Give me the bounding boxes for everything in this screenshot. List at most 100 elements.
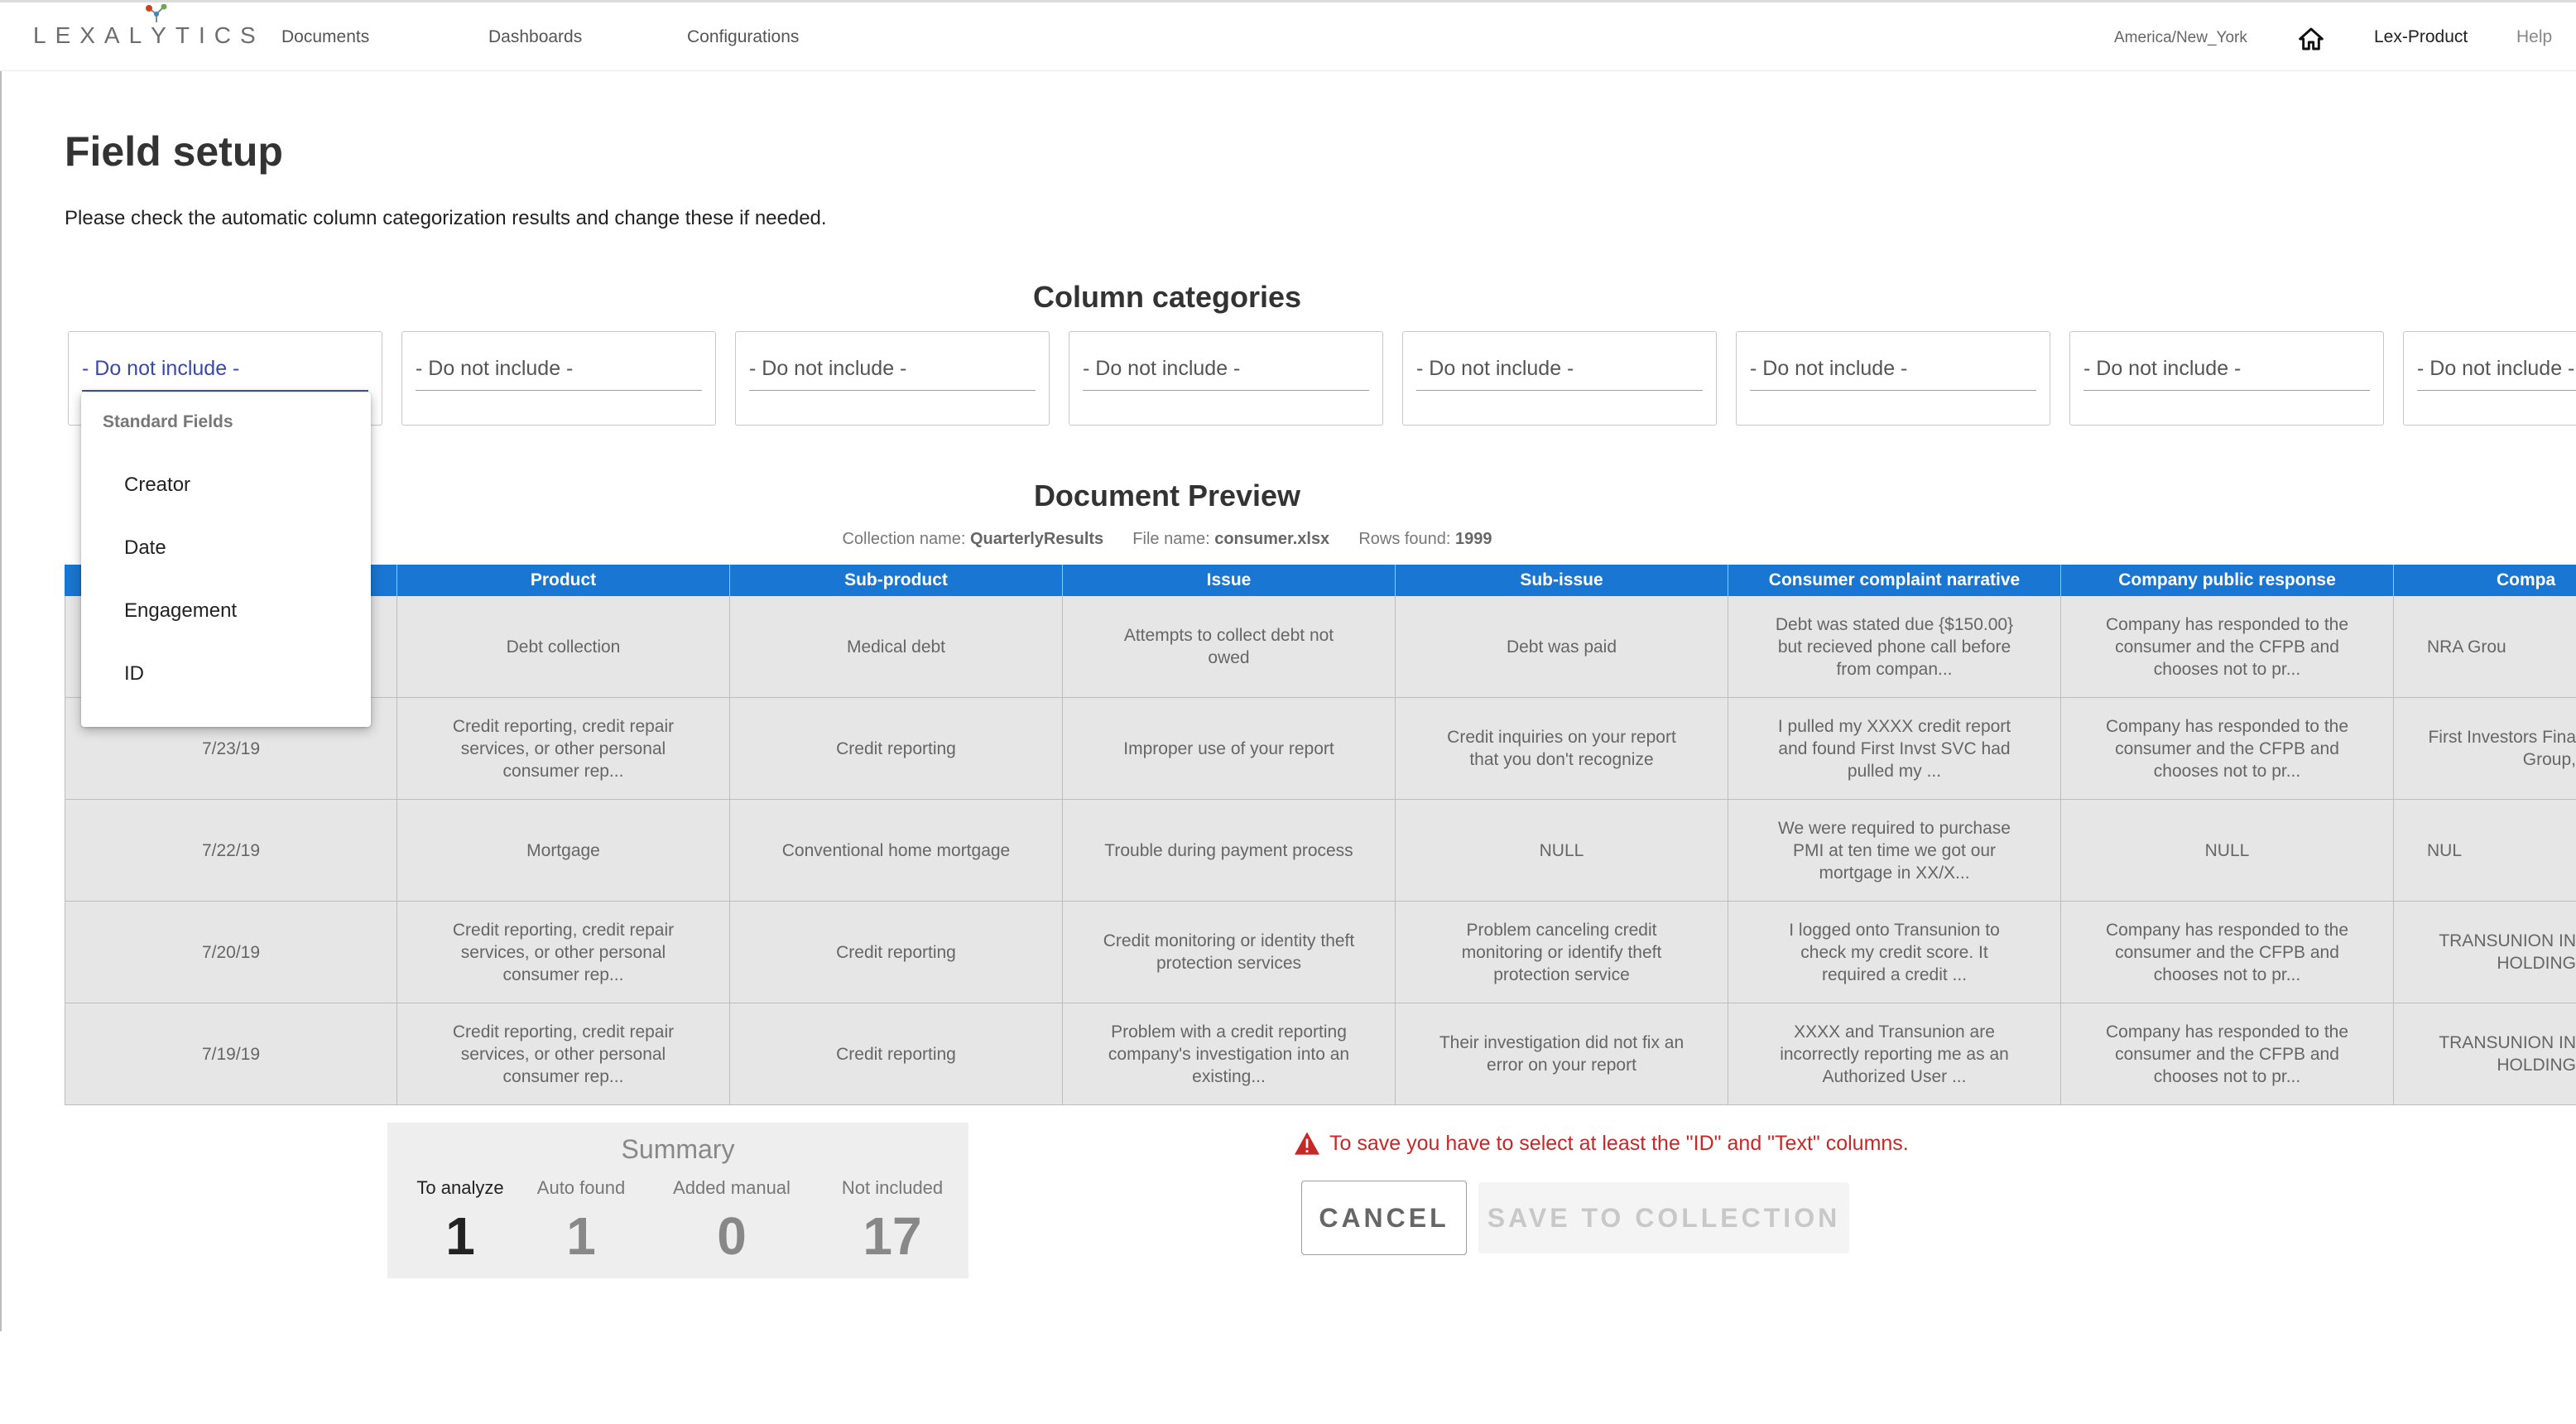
column-category-dropdown: Standard Fields Creator Date Engagement … [81,392,371,727]
table-cell: 7/22/19 [65,800,397,901]
table-cell: We were required to purchase PMI at ten … [1728,800,2061,901]
column-category-select-4[interactable]: - Do not include - [1069,331,1383,426]
table-cell: Company has responded to the consumer an… [2061,698,2394,799]
home-icon[interactable] [2298,26,2324,52]
dropdown-option-creator[interactable]: Creator [124,474,190,497]
column-categories-title: Column categories [1032,280,1302,314]
table-body: Debt collection Medical debt Attempts to c… [65,596,2576,1424]
table-cell: Credit reporting, credit repair services… [397,902,730,1003]
table-cell: Credit reporting [730,698,1063,799]
table-cell: TRANSUNION IN HOLDING [2439,1033,2576,1075]
summary-label: To analyze [416,1177,504,1198]
save-warning-text: To save you have to select at least the … [1329,1131,1909,1155]
table-cell: NULL [2061,800,2394,901]
logo-molecule-icon [146,4,167,22]
table-cell: NULL [1396,800,1728,901]
select-value: - Do not include - [1416,357,1574,380]
summary-title: Summary [621,1134,735,1164]
rows-found-value: 1999 [1455,530,1492,548]
table-cell: Debt was paid [1396,596,1728,697]
table-row: 7/23/19 Credit reporting, credit repair s… [65,698,2576,800]
window-left-edge [0,0,2,1331]
summary-to-analyze: To analyze 1 [394,1177,526,1267]
summary-label: Auto found [536,1177,626,1198]
table-cell: Credit reporting, credit repair services… [397,1003,730,1104]
file-name-value: consumer.xlsx [1214,530,1330,548]
column-header: Issue [1063,565,1396,596]
table-header: Product Sub-product Issue Sub-issue Cons… [65,565,2576,596]
column-category-select-5[interactable]: - Do not include - [1402,331,1717,426]
summary-value: 1 [445,1206,475,1266]
select-underline [416,390,702,391]
table-cell: TRANSUNION IN HOLDING [2439,931,2576,973]
select-value: - Do not include - [1750,357,1908,380]
select-value: - Do not include - [1083,357,1241,380]
column-header: Compa [2497,570,2556,589]
column-category-select-3[interactable]: - Do not include - [735,331,1050,426]
table-cell: Credit inquiries on your report that you… [1396,698,1728,799]
table-cell: Their investigation did not fix an error… [1396,1003,1728,1104]
table-cell: Problem canceling credit monitoring or i… [1396,902,1728,1003]
table-cell: Debt collection [397,596,730,697]
save-to-collection-button[interactable]: SAVE TO COLLECTION [1478,1182,1849,1253]
nav-user-product[interactable]: Lex-Product [2374,27,2468,47]
table-cell: Improper use of your report [1063,698,1396,799]
cancel-button[interactable]: CANCEL [1301,1181,1467,1255]
table-cell: Debt was stated due {$150.00} but reciev… [1728,596,2061,697]
page-description: Please check the automatic column catego… [65,207,827,229]
dropdown-option-date[interactable]: Date [124,536,166,560]
summary-added-manual: Added manual 0 [666,1177,798,1267]
column-category-select-7[interactable]: - Do not include - [2069,331,2384,426]
column-header: Sub-product [730,565,1063,596]
table-cell: XXXX and Transunion are incorrectly repo… [1728,1003,2061,1104]
nav-help[interactable]: Help [2516,27,2552,47]
summary-not-included: Not included 17 [826,1177,959,1267]
nav-configurations[interactable]: Configurations [687,27,799,47]
column-category-select-8[interactable]: - Do not include - [2403,331,2576,426]
dropdown-option-id[interactable]: ID [124,662,144,686]
summary-label: Added manual [673,1177,791,1198]
summary-auto-found: Auto found 1 [515,1177,647,1267]
select-value: - Do not include - [749,357,907,380]
timezone-label[interactable]: America/New_York [2114,29,2247,47]
select-underline [1750,390,2036,391]
column-category-select-6[interactable]: - Do not include - [1736,331,2050,426]
table-row: 7/19/19 Credit reporting, credit repair s… [65,1003,2576,1105]
column-header: Product [397,565,730,596]
summary-panel: Summary To analyze 1 Auto found 1 Added … [387,1123,968,1278]
table-cell: NUL [2427,840,2463,860]
select-value: - Do not include - [2083,357,2242,380]
logo-text-y: Y [151,22,175,48]
table-cell: Credit monitoring or identity theft prot… [1063,902,1396,1003]
table-cell: First Investors Fina Group, [2428,728,2576,769]
column-category-select-2[interactable]: - Do not include - [401,331,716,426]
select-value: - Do not include - [82,357,240,380]
table-cell: Credit reporting [730,1003,1063,1104]
select-underline [82,390,368,392]
table-cell: Company has responded to the consumer an… [2061,1003,2394,1104]
table-cell: Company has responded to the consumer an… [2061,902,2394,1003]
nav-documents[interactable]: Documents [281,27,369,47]
top-navigation-bar: LEXAL Y TICS Documents Dashboards Configu… [0,0,2576,71]
dropdown-group-label: Standard Fields [103,412,233,431]
nav-dashboards[interactable]: Dashboards [488,27,582,47]
logo-text-start: LEXAL [33,22,151,48]
table-cell: Attempts to collect debt not owed [1063,596,1396,697]
table-cell: Credit reporting [730,902,1063,1003]
page-title: Field setup [65,128,283,175]
column-header: Consumer complaint narrative [1728,565,2061,596]
lexalytics-logo[interactable]: LEXAL Y TICS [33,4,265,49]
table-cell: Medical debt [730,596,1063,697]
summary-label: Not included [841,1177,944,1198]
summary-value: 0 [717,1206,747,1266]
column-header: Sub-issue [1396,565,1728,596]
table-cell: 7/19/19 [65,1003,397,1104]
table-cell: NRA Grou [2427,637,2506,657]
collection-name-value: QuarterlyResults [969,530,1104,548]
rows-found-label: Rows found: [1358,530,1451,548]
table-cell: Mortgage [397,800,730,901]
summary-value: 1 [566,1206,596,1266]
table-cell: 7/20/19 [65,902,397,1003]
select-underline [1416,390,1703,391]
dropdown-option-engagement[interactable]: Engagement [124,599,237,623]
